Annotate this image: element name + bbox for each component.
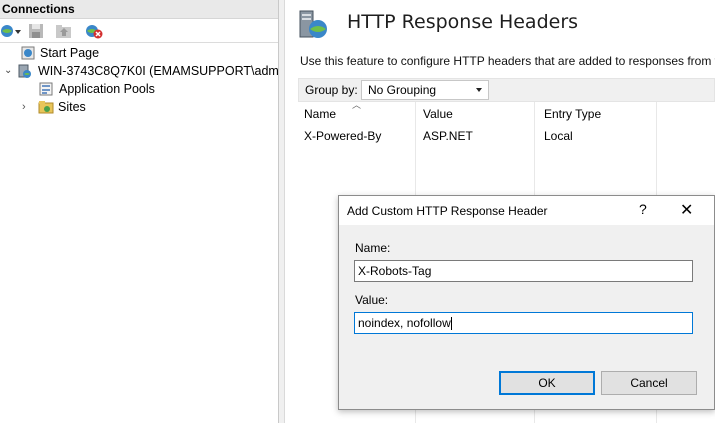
connect-globe-icon[interactable] xyxy=(0,23,22,42)
ok-button[interactable]: OK xyxy=(499,371,595,395)
help-button[interactable]: ? xyxy=(639,201,647,217)
disconnect-icon[interactable] xyxy=(85,23,103,42)
connections-pane: Connections Start Page ⌄ WIN-3743C8Q7K0I… xyxy=(0,0,279,423)
group-by-label: Group by: xyxy=(305,83,358,97)
page-title: HTTP Response Headers xyxy=(347,11,579,33)
tree-item-label: Start Page xyxy=(40,46,100,60)
cell-name[interactable]: X-Powered-By xyxy=(304,129,381,143)
dialog-title: Add Custom HTTP Response Header xyxy=(347,204,548,218)
text-caret xyxy=(450,317,452,331)
connections-header: Connections xyxy=(0,0,278,19)
server-icon xyxy=(16,63,32,80)
name-field[interactable]: X-Robots-Tag xyxy=(354,260,693,282)
name-label: Name: xyxy=(355,241,391,255)
column-header-entry-type[interactable]: Entry Type xyxy=(544,107,601,121)
value-field-value: noindex, nofollow xyxy=(358,316,451,330)
value-label: Value: xyxy=(355,293,389,307)
dialog-titlebar: Add Custom HTTP Response Header ? ✕ xyxy=(339,196,714,225)
add-custom-header-dialog: Add Custom HTTP Response Header ? ✕ Name… xyxy=(338,195,715,410)
dropdown-arrow-icon xyxy=(476,88,482,92)
group-by-value: No Grouping xyxy=(368,83,437,97)
save-icon[interactable] xyxy=(28,23,44,42)
chevron-right-icon[interactable]: › xyxy=(22,98,26,116)
group-by-dropdown[interactable]: No Grouping xyxy=(361,80,489,100)
cell-value[interactable]: ASP.NET xyxy=(423,129,473,143)
sort-ascending-icon: ︿ xyxy=(352,100,362,110)
folder-up-icon[interactable] xyxy=(55,23,73,42)
chevron-down-icon[interactable]: ⌄ xyxy=(4,62,12,80)
feature-description: Use this feature to configure HTTP heade… xyxy=(300,54,715,68)
sites-folder-icon xyxy=(38,99,54,120)
tree-item-label: Sites xyxy=(58,100,86,114)
connections-toolbar xyxy=(0,19,278,43)
column-header-value[interactable]: Value xyxy=(423,107,453,121)
tree-item-server[interactable]: ⌄ WIN-3743C8Q7K0I (EMAMSUPPORT\administ xyxy=(4,62,279,80)
name-field-value: X-Robots-Tag xyxy=(358,264,432,278)
pane-splitter[interactable] xyxy=(279,0,285,423)
cell-entry-type[interactable]: Local xyxy=(544,129,573,143)
cancel-button[interactable]: Cancel xyxy=(601,371,697,395)
tree-item-label: WIN-3743C8Q7K0I (EMAMSUPPORT\administ xyxy=(38,64,279,78)
close-icon[interactable]: ✕ xyxy=(680,200,693,220)
http-headers-feature-icon xyxy=(298,9,328,44)
column-header-name[interactable]: Name xyxy=(304,107,336,121)
value-field[interactable]: noindex, nofollow xyxy=(354,312,693,334)
tree-item-label: Application Pools xyxy=(59,82,155,96)
